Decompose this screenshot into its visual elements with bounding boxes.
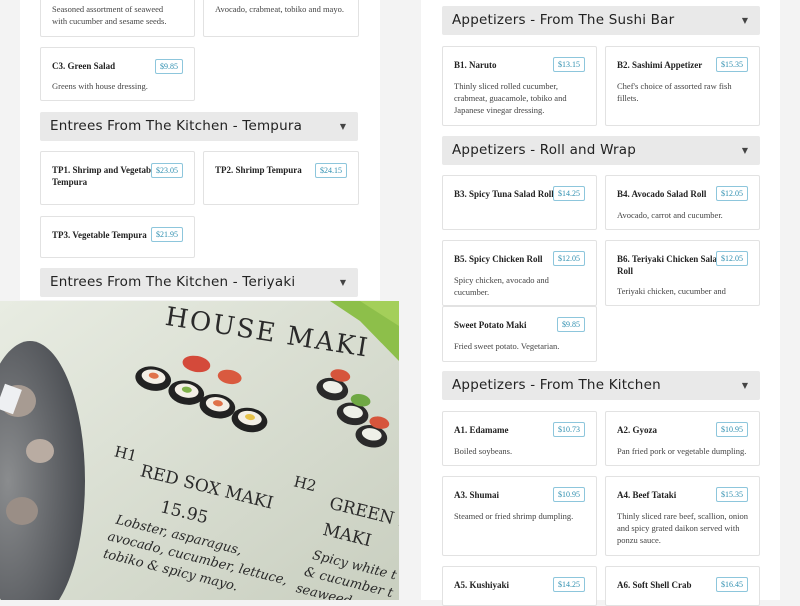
chevron-down-icon: ▼ (741, 146, 748, 155)
item-name: A2. Gyoza (617, 425, 657, 435)
section-title: Appetizers - From The Sushi Bar (452, 12, 675, 28)
menu-item-b2[interactable]: B2. Sashimi Appetizer $15.35 Chef's choi… (605, 46, 760, 126)
menu-item-a2[interactable]: A2. Gyoza $10.95 Pan fried pork or veget… (605, 411, 760, 466)
price-badge: $21.95 (151, 227, 183, 242)
menu-item-sweet-potato-maki[interactable]: Sweet Potato Maki $9.85 Fried sweet pota… (442, 306, 597, 362)
section-title: Appetizers - From The Kitchen (452, 377, 661, 393)
menu-item-card[interactable]: Avocado, crabmeat, tobiko and mayo. (203, 0, 359, 37)
menu-item-b1[interactable]: B1. Naruto $13.15 Thinly sliced rolled c… (442, 46, 597, 126)
menu-item-a5[interactable]: A5. Kushiyaki $14.25 (442, 566, 597, 606)
item-name: B6. Teriyaki Chicken Salad (617, 254, 723, 264)
item-description: Seasoned assortment of seaweed (52, 4, 164, 14)
section-title: Appetizers - Roll and Wrap (452, 142, 637, 158)
item-description: Pan fried pork or vegetable dumpling. (617, 446, 747, 456)
item-description: and spicy grated daikon served with (617, 523, 740, 533)
menu-item-a3[interactable]: A3. Shumai $10.95 Steamed or fried shrim… (442, 476, 597, 556)
price-badge: $16.45 (716, 577, 748, 592)
chevron-down-icon: ▼ (339, 278, 346, 287)
item-description: Spicy chicken, avocado and (454, 275, 549, 285)
item-description: Japanese vinegar dressing. (454, 105, 545, 115)
item-name: B2. Sashimi Appetizer (617, 60, 703, 70)
item-description: Avocado, crabmeat, tobiko and mayo. (215, 4, 344, 14)
item-name: Roll (617, 266, 634, 276)
left-menu-panel: Seasoned assortment of seaweed with cucu… (20, 0, 380, 300)
menu-item-c3[interactable]: C3. Green Salad $9.85 Greens with house … (40, 47, 195, 101)
item-name: A1. Edamame (454, 425, 509, 435)
price-badge: $13.15 (553, 57, 585, 72)
price-badge: $12.05 (553, 251, 585, 266)
item-name: B1. Naruto (454, 60, 497, 70)
menu-item-b4[interactable]: B4. Avocado Salad Roll $12.05 Avocado, c… (605, 175, 760, 230)
price-badge: $15.35 (716, 57, 748, 72)
item-name: A4. Beef Tataki (617, 490, 677, 500)
section-header-teriyaki[interactable]: Entrees From The Kitchen - Teriyaki ▼ (40, 268, 358, 297)
menu-item-a1[interactable]: A1. Edamame $10.73 Boiled soybeans. (442, 411, 597, 466)
item-description: Thinly sliced rolled cucumber, (454, 81, 558, 91)
menu-item-b5[interactable]: B5. Spicy Chicken Roll $12.05 Spicy chic… (442, 240, 597, 306)
menu-item-tp1[interactable]: TP1. Shrimp and Vegetable Tempura $23.05 (40, 151, 195, 205)
item-name: C3. Green Salad (52, 61, 116, 71)
section-header-sushi-bar[interactable]: Appetizers - From The Sushi Bar ▼ (442, 6, 760, 35)
price-badge: $14.25 (553, 577, 585, 592)
item-description: cucumber. (454, 287, 490, 297)
menu-item-tp2[interactable]: TP2. Shrimp Tempura $24.15 (203, 151, 359, 205)
menu-item-b3[interactable]: B3. Spicy Tuna Salad Roll $14.25 (442, 175, 597, 230)
menu-photo-graphic: HOUSE MAKI H1 RED SOX MAKI 15.95 Lobster… (0, 301, 399, 600)
section-header-tempura[interactable]: Entrees From The Kitchen - Tempura ▼ (40, 112, 358, 141)
price-badge: $9.85 (155, 59, 183, 74)
item-name: B3. Spicy Tuna Salad Roll (454, 189, 554, 199)
item-description: Chef's choice of assorted raw fish (617, 81, 732, 91)
menu-item-card[interactable]: Seasoned assortment of seaweed with cucu… (40, 0, 195, 37)
item-description: Teriyaki chicken, cucumber and (617, 286, 726, 296)
item-name: A6. Soft Shell Crab (617, 580, 692, 590)
item-description: Fried sweet potato. Vegetarian. (454, 341, 560, 351)
section-header-from-kitchen[interactable]: Appetizers - From The Kitchen ▼ (442, 371, 760, 400)
section-title: Entrees From The Kitchen - Tempura (50, 118, 303, 134)
chevron-down-icon: ▼ (339, 122, 346, 131)
item-description: with cucumber and sesame seeds. (52, 16, 167, 26)
price-badge: $10.73 (553, 422, 585, 437)
price-badge: $14.25 (553, 186, 585, 201)
section-header-roll-wrap[interactable]: Appetizers - Roll and Wrap ▼ (442, 136, 760, 165)
item-name: Tempura (52, 177, 88, 187)
price-badge: $24.15 (315, 163, 347, 178)
item-description: crabmeat, guacamole, tobiko and (454, 93, 567, 103)
item-name: TP1. Shrimp and Vegetable (52, 165, 158, 175)
price-badge: $12.05 (716, 251, 748, 266)
item-description: Greens with house dressing. (52, 81, 148, 91)
price-badge: $15.35 (716, 487, 748, 502)
item-name: A5. Kushiyaki (454, 580, 510, 590)
item-name: A3. Shumai (454, 490, 500, 500)
right-menu-panel: Appetizers - From The Sushi Bar ▼ B1. Na… (421, 0, 780, 606)
price-badge: $12.05 (716, 186, 748, 201)
item-name: B5. Spicy Chicken Roll (454, 254, 543, 264)
item-description: Thinly sliced rare beef, scallion, onion (617, 511, 748, 521)
item-description: Avocado, carrot and cucumber. (617, 210, 723, 220)
house-maki-menu-photo: HOUSE MAKI H1 RED SOX MAKI 15.95 Lobster… (0, 301, 399, 600)
item-name: TP2. Shrimp Tempura (215, 165, 302, 175)
chevron-down-icon: ▼ (741, 381, 748, 390)
section-title: Entrees From The Kitchen - Teriyaki (50, 274, 296, 290)
item-description: fillets. (617, 93, 639, 103)
menu-item-a4[interactable]: A4. Beef Tataki $15.35 Thinly sliced rar… (605, 476, 760, 556)
menu-item-tp3[interactable]: TP3. Vegetable Tempura $21.95 (40, 216, 195, 258)
item-description: Boiled soybeans. (454, 446, 513, 456)
price-badge: $10.95 (553, 487, 585, 502)
price-badge: $10.95 (716, 422, 748, 437)
price-badge: $23.05 (151, 163, 183, 178)
price-badge: $9.85 (557, 317, 585, 332)
menu-item-a6[interactable]: A6. Soft Shell Crab $16.45 (605, 566, 760, 606)
item-description: Steamed or fried shrimp dumpling. (454, 511, 574, 521)
item-name: B4. Avocado Salad Roll (617, 189, 707, 199)
chevron-down-icon: ▼ (741, 16, 748, 25)
item-name: TP3. Vegetable Tempura (52, 230, 147, 240)
item-description: ponzu sauce. (617, 535, 661, 545)
item-name: Sweet Potato Maki (454, 320, 527, 330)
menu-item-b6[interactable]: B6. Teriyaki Chicken Salad Roll $12.05 T… (605, 240, 760, 306)
